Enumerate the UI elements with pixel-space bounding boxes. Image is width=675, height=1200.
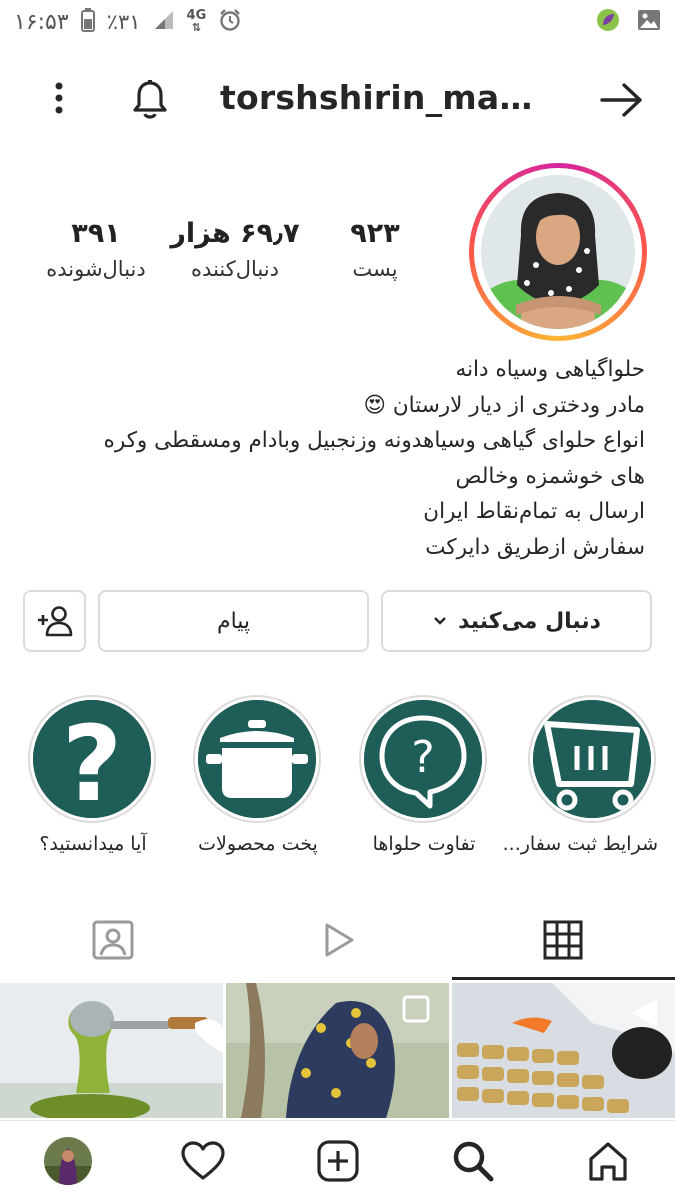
notification-bell-icon[interactable] [128,78,172,122]
nav-profile[interactable] [0,1121,135,1200]
highlight-label: شرایط ثبت سفار... [502,833,658,855]
app-notification-icon [595,7,621,38]
clock: ۱۶:۵۳ [14,9,69,35]
svg-text:?: ? [411,732,434,783]
profile-picture [481,175,635,329]
network-type: 4G ⇅ [186,8,207,34]
tab-reels[interactable] [225,900,450,980]
followers-count-value: ۶۹٫۷ هزار [170,218,300,249]
tab-grid[interactable] [450,900,675,980]
nav-search[interactable] [405,1121,540,1200]
heart-icon [180,1140,226,1182]
following-button[interactable]: دنبال می‌کنید [381,590,652,652]
highlight-product-cooking[interactable]: پخت محصولات [193,695,323,855]
bio-line: مادر ودختری از دیار لارستان 😍 [363,392,645,418]
chevron-down-icon [432,615,448,627]
highlight-label: پخت محصولات [198,833,318,855]
nav-new-post[interactable] [270,1121,405,1200]
profile-header: torshshirin_mam... [0,66,675,136]
bio-line: انواع حلوای گیاهی وسیاهدونه وزنجبیل وباد… [103,428,645,453]
profile-avatar-story-ring[interactable] [469,163,647,341]
highlight-halva-differences[interactable]: ? تفاوت حلواها [359,695,489,855]
post-thumbnail[interactable] [226,983,449,1118]
question-mark-icon: ? [33,700,151,818]
active-tab-indicator [452,977,675,980]
alarm-icon [218,8,242,37]
bio-line: های خوشمزه وخالص [455,463,645,489]
back-arrow-icon[interactable] [598,80,646,120]
battery-icon [80,7,95,37]
more-options-icon[interactable] [44,80,74,120]
post-thumbnail[interactable] [0,983,223,1118]
posts-count-label: پست [352,257,398,281]
following-count[interactable]: ۳۹۱ دنبال‌شونده [35,218,157,281]
cart-icon [533,700,651,818]
posts-count-value: ۹۲۳ [350,218,400,249]
grid-icon [543,920,583,960]
highlight-label: تفاوت حلواها [372,833,476,855]
battery-percent: ٪۳۱ [106,10,141,34]
bottom-navigation [0,1120,675,1200]
pot-icon [198,700,316,818]
followers-count[interactable]: ۶۹٫۷ هزار دنبال‌کننده [165,218,305,281]
nav-activity[interactable] [135,1121,270,1200]
bio-line: سفارش ازطریق دایرکت [425,534,645,560]
add-person-icon [36,604,74,638]
following-count-value: ۳۹۱ [71,218,121,249]
tagged-person-icon [91,919,135,961]
following-button-label: دنبال می‌کنید [458,608,601,634]
suggest-people-button[interactable] [23,590,86,652]
play-icon [318,920,358,960]
profile-avatar [43,1136,93,1186]
profile-username: torshshirin_mam... [220,78,540,117]
tab-tagged[interactable] [0,900,225,980]
status-bar-right [595,7,661,38]
add-post-icon [316,1139,360,1183]
svg-text:?: ? [62,703,122,818]
bio-line: ارسال به تمام‌نقاط ایران [423,499,645,524]
highlight-order-terms[interactable]: شرایط ثبت سفار... [502,695,658,855]
profile-tabs [0,900,675,980]
posts-count[interactable]: ۹۲۳ پست [330,218,420,281]
following-count-label: دنبال‌شونده [46,257,146,281]
question-bubble-icon: ? [364,700,482,818]
status-bar: ۱۶:۵۳ ٪۳۱ 4G ⇅ [0,0,675,44]
message-button-label: پیام [216,608,251,634]
search-icon [451,1139,495,1183]
followers-count-label: دنبال‌کننده [191,257,279,281]
signal-icon [153,9,175,36]
status-bar-left: ۱۶:۵۳ ٪۳۱ 4G ⇅ [14,7,242,37]
image-notification-icon [637,9,661,36]
bio-line: حلواگیاهی وسیاه دانه [455,357,645,382]
profile-bio: حلواگیاهی وسیاه دانه مادر ودختری از دیار… [25,352,645,565]
home-icon [586,1139,630,1183]
highlight-label: آیا میدانستید؟ [39,833,147,855]
post-thumbnail[interactable] [452,983,675,1118]
nav-home[interactable] [540,1121,675,1200]
highlight-did-you-know[interactable]: ? آیا میدانستید؟ [28,695,158,855]
message-button[interactable]: پیام [98,590,369,652]
